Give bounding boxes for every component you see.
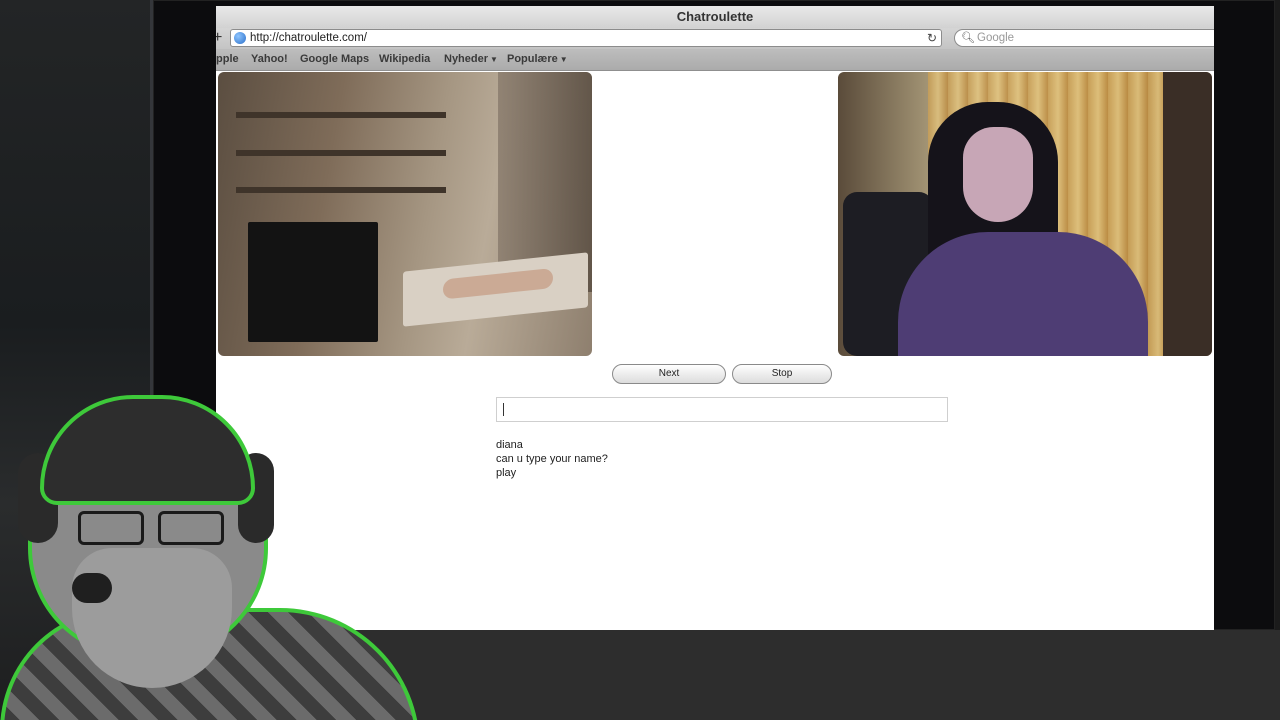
bookmark-populaere[interactable]: Populære ▼: [507, 49, 568, 70]
new-tab-button[interactable]: +: [216, 29, 225, 47]
next-button[interactable]: Next: [612, 364, 726, 384]
chat-input[interactable]: [496, 397, 948, 422]
text-caret: [503, 403, 504, 416]
chevron-down-icon: ▼: [559, 55, 568, 64]
bookmark-nyheder[interactable]: Nyheder ▼: [444, 49, 498, 70]
globe-icon: [234, 32, 246, 44]
partner-body: [898, 232, 1148, 356]
pizza-box: [403, 252, 588, 327]
address-bar[interactable]: http://chatroulette.com/ ↻: [230, 29, 942, 47]
shelf: [236, 112, 446, 118]
search-field[interactable]: 🔍︎ Google: [954, 29, 1214, 47]
tv: [248, 222, 378, 342]
streamer-beanie: [40, 395, 255, 505]
microphone-icon: [72, 573, 112, 603]
search-placeholder: Google: [977, 32, 1015, 44]
local-video: [218, 72, 592, 356]
chat-log: diana can u type your name? play: [496, 438, 608, 480]
stop-button[interactable]: Stop: [732, 364, 832, 384]
wall: [1163, 72, 1212, 356]
reload-icon[interactable]: ↻: [927, 30, 937, 46]
browser-toolbar: + http://chatroulette.com/ ↻ 🔍︎ Google: [216, 28, 1214, 49]
chevron-down-icon: ▼: [490, 55, 498, 64]
chat-message: can u type your name?: [496, 453, 608, 465]
chat-message: diana: [496, 439, 523, 451]
partner-face: [963, 127, 1033, 222]
window-title: Chatroulette: [216, 6, 1214, 28]
bookmark-google-maps[interactable]: Google Maps: [300, 49, 369, 70]
partner-video: [838, 72, 1212, 356]
bookmarks-bar: pple Yahoo! Google Maps Wikipedia Nyhede…: [216, 49, 1214, 71]
shelf: [236, 187, 446, 193]
chat-message: play: [496, 467, 517, 479]
streamer-glasses: [78, 511, 228, 551]
shelf: [236, 150, 446, 156]
address-text: http://chatroulette.com/: [250, 32, 367, 44]
streamer-webcam-overlay: [0, 393, 420, 720]
search-icon: 🔍︎: [961, 32, 975, 44]
bookmark-apple[interactable]: pple: [216, 49, 239, 70]
bookmark-yahoo[interactable]: Yahoo!: [251, 49, 288, 70]
bookmark-wikipedia[interactable]: Wikipedia: [379, 49, 430, 70]
